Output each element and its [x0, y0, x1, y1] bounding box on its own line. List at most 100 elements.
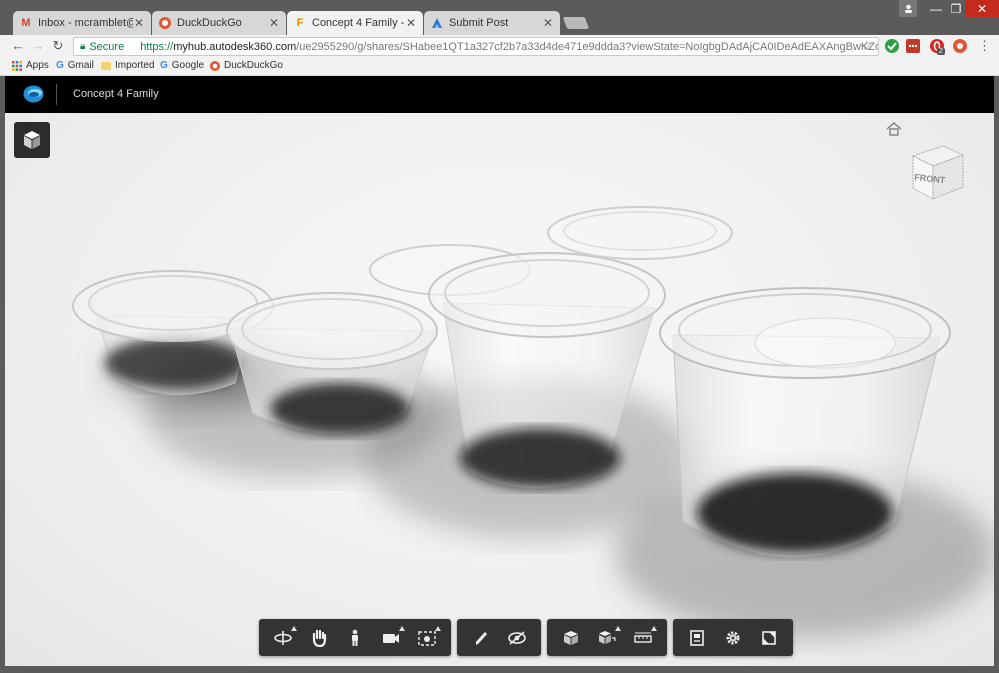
- app-header: Concept 4 Family: [5, 76, 994, 113]
- minimize-button[interactable]: —: [925, 0, 947, 17]
- bookmark-gmail[interactable]: G Gmail: [56, 60, 94, 71]
- tool-menu-triangle-icon: [291, 625, 297, 631]
- bookmark-imported[interactable]: Imported: [101, 60, 154, 71]
- eye-slash-icon: [508, 630, 526, 645]
- cup-second[interactable]: [226, 292, 438, 435]
- url-host: myhub.autodesk360.com: [173, 40, 297, 53]
- cube-icon: [564, 630, 578, 645]
- viewer-toolbar: [259, 619, 793, 656]
- menu-dots-icon[interactable]: ⋮: [978, 38, 991, 54]
- orbit-tool[interactable]: [265, 623, 301, 653]
- close-window-button[interactable]: ✕: [965, 0, 999, 17]
- settings-tool[interactable]: [715, 623, 751, 653]
- bookmark-label: DuckDuckGo: [224, 60, 283, 71]
- tool-menu-triangle-icon: [399, 625, 405, 631]
- close-icon[interactable]: ✕: [268, 16, 280, 30]
- close-icon[interactable]: ✕: [405, 16, 417, 30]
- close-icon[interactable]: ✕: [133, 16, 145, 30]
- tab-title: DuckDuckGo: [177, 17, 242, 29]
- properties-icon: [690, 629, 704, 646]
- duckduckgo-icon: [210, 60, 220, 71]
- maximize-button[interactable]: ❐: [947, 0, 965, 17]
- header-divider: [56, 84, 57, 105]
- bookmark-label: Google: [171, 60, 205, 71]
- google-icon: G: [56, 60, 64, 71]
- markup-tools-group: [457, 619, 541, 656]
- profile-button[interactable]: [899, 0, 917, 17]
- extension-badge: 2: [937, 48, 945, 55]
- explode-tool[interactable]: [589, 623, 625, 653]
- hand-icon: [312, 629, 327, 647]
- folder-icon: [101, 61, 111, 70]
- browser-window: M Inbox - mcramblet@gm ✕ DuckDuckGo ✕ F …: [0, 0, 999, 673]
- model-canvas[interactable]: [5, 113, 994, 666]
- duckduckgo-icon: [158, 16, 172, 30]
- visibility-tool[interactable]: [499, 623, 535, 653]
- cube-icon: [24, 131, 40, 149]
- ruler-icon: [634, 632, 652, 643]
- camera-icon: [383, 633, 399, 643]
- browser-toolbar: ← → ↻ 🔒︎ Secure https:// myhub.autodesk3…: [0, 35, 999, 57]
- home-icon[interactable]: [886, 121, 902, 137]
- measure-tool[interactable]: [625, 623, 661, 653]
- bookmark-google[interactable]: G Google: [160, 60, 204, 71]
- gear-icon: [726, 631, 740, 644]
- bookmark-star-icon[interactable]: ☆: [861, 38, 875, 54]
- lastpass-extension-icon[interactable]: [906, 39, 920, 53]
- viewcube[interactable]: FRONT: [908, 141, 968, 203]
- autodesk-icon: [430, 16, 444, 30]
- pan-tool[interactable]: [301, 623, 337, 653]
- forward-button[interactable]: →: [30, 38, 46, 54]
- a360-logo-icon[interactable]: [23, 85, 44, 103]
- properties-tool[interactable]: [679, 623, 715, 653]
- tab-title: Submit Post: [449, 17, 509, 29]
- new-tab-button[interactable]: [562, 17, 590, 29]
- first-person-tool[interactable]: [337, 623, 373, 653]
- fit-view-tool[interactable]: [409, 623, 445, 653]
- 3d-viewer[interactable]: FRONT: [5, 113, 994, 666]
- explode-cube-icon: [599, 630, 616, 644]
- secure-label: Secure: [89, 40, 125, 53]
- bookmark-label: Imported: [115, 60, 155, 71]
- duckduckgo-extension-icon[interactable]: [953, 39, 967, 53]
- bookmark-duckduckgo[interactable]: DuckDuckGo: [210, 60, 283, 71]
- person-icon: [352, 629, 358, 646]
- url-path: /ue2955290/g/shares/SHabee1QT1a327cf2b7a…: [296, 40, 878, 53]
- tab-submit-post[interactable]: Submit Post ✕: [424, 11, 560, 35]
- tab-duckduckgo[interactable]: DuckDuckGo ✕: [152, 11, 286, 35]
- tab-concept-4-family[interactable]: F Concept 4 Family - A360 ✕: [287, 11, 423, 35]
- markup-tool[interactable]: [463, 623, 499, 653]
- lid-top-right[interactable]: [547, 206, 733, 260]
- tool-menu-triangle-icon: [615, 625, 621, 631]
- tab-title: Concept 4 Family - A360: [312, 17, 405, 29]
- navigation-tools-group: [259, 619, 451, 656]
- check-extension-icon[interactable]: [885, 39, 899, 53]
- address-bar[interactable]: 🔒︎ Secure https:// myhub.autodesk360.com…: [73, 37, 879, 56]
- pen-icon: [475, 631, 488, 645]
- settings-tools-group: [673, 619, 793, 656]
- tool-menu-triangle-icon: [651, 625, 657, 631]
- tab-gmail[interactable]: M Inbox - mcramblet@gm ✕: [13, 11, 151, 35]
- back-button[interactable]: ←: [10, 38, 26, 54]
- fullscreen-icon: [762, 630, 776, 645]
- close-icon[interactable]: ✕: [542, 16, 554, 30]
- reload-button[interactable]: ↻: [50, 38, 66, 54]
- model-tools-group: [547, 619, 667, 656]
- bookmark-apps[interactable]: Apps: [12, 60, 49, 71]
- lock-icon: 🔒︎: [80, 41, 86, 52]
- gmail-icon: M: [21, 17, 31, 29]
- google-icon: G: [160, 60, 168, 71]
- model-browser-button[interactable]: [14, 122, 50, 158]
- camera-tool[interactable]: [373, 623, 409, 653]
- tool-menu-triangle-icon: [435, 625, 441, 631]
- model-browser-tool[interactable]: [553, 623, 589, 653]
- fusion-icon: F: [296, 17, 304, 29]
- bookmark-label: Apps: [26, 60, 49, 71]
- orbit-icon: [274, 630, 292, 645]
- tab-title: Inbox - mcramblet@gm: [38, 17, 133, 29]
- url-protocol: https://: [140, 40, 174, 53]
- bookmark-label: Gmail: [67, 60, 94, 71]
- fullscreen-tool[interactable]: [751, 623, 787, 653]
- bookmarks-bar: Apps G Gmail Imported G Google DuckDuckG…: [0, 57, 999, 76]
- tab-strip: M Inbox - mcramblet@gm ✕ DuckDuckGo ✕ F …: [0, 0, 999, 35]
